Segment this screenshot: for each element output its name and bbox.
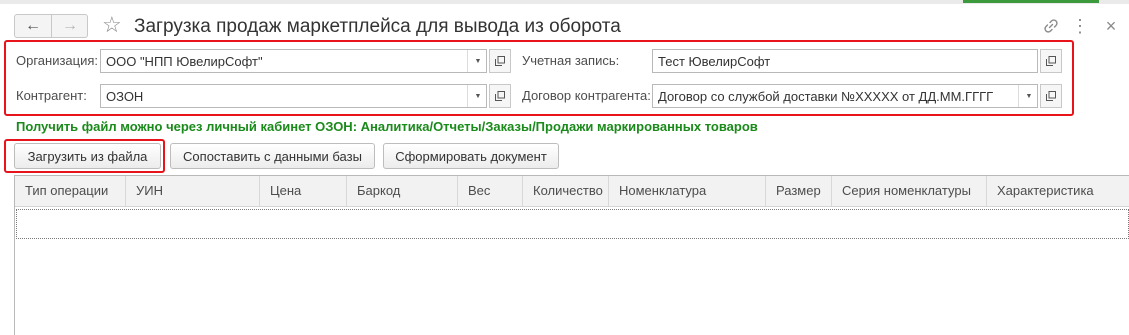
account-field[interactable]: Тест ЮвелирСофт (652, 49, 1038, 73)
open-window-icon (495, 91, 505, 101)
organization-value: ООО "НПП ЮвелирСофт" (106, 54, 263, 69)
contractor-label: Контрагент: (16, 88, 87, 103)
organization-open-button[interactable] (489, 49, 511, 73)
back-button[interactable]: ← (15, 15, 52, 37)
column-header[interactable]: Количество (523, 176, 609, 206)
link-icon[interactable] (1041, 16, 1061, 36)
column-header[interactable]: Тип операции (15, 176, 126, 206)
more-icon[interactable]: ⋮ (1070, 16, 1090, 36)
contract-value: Договор со службой доставки №XXXXX от ДД… (658, 89, 994, 104)
contract-field[interactable]: Договор со службой доставки №XXXXX от ДД… (652, 84, 1038, 108)
contractor-value: ОЗОН (106, 89, 144, 104)
contract-open-button[interactable] (1040, 84, 1062, 108)
open-window-icon (495, 56, 505, 66)
active-tab-indicator (963, 0, 1099, 3)
dropdown-arrow-icon[interactable]: ▼ (467, 85, 488, 107)
window-title: Загрузка продаж маркетплейса для вывода … (134, 16, 621, 37)
column-header[interactable]: Характеристика (987, 176, 1129, 206)
sales-table[interactable]: Тип операции УИН Цена Баркод Вес Количес… (14, 175, 1129, 335)
navigation-buttons: ← → (14, 14, 88, 38)
column-header[interactable]: Баркод (347, 176, 458, 206)
dropdown-arrow-icon[interactable]: ▼ (1018, 85, 1039, 107)
hint-text: Получить файл можно через личный кабинет… (16, 119, 758, 134)
open-window-icon (1046, 91, 1056, 101)
match-with-database-button[interactable]: Сопоставить с данными базы (170, 143, 375, 169)
account-value: Тест ЮвелирСофт (658, 54, 771, 69)
column-header[interactable]: Серия номенклатуры (832, 176, 987, 206)
open-window-icon (1046, 56, 1056, 66)
forward-button[interactable]: → (52, 15, 88, 37)
column-header[interactable]: Цена (260, 176, 347, 206)
account-label: Учетная запись: (522, 53, 620, 68)
contractor-open-button[interactable] (489, 84, 511, 108)
create-document-button[interactable]: Сформировать документ (383, 143, 559, 169)
column-header[interactable]: УИН (126, 176, 260, 206)
column-header[interactable]: Размер (766, 176, 832, 206)
contractor-field[interactable]: ОЗОН ▼ (100, 84, 487, 108)
column-header[interactable]: Вес (458, 176, 523, 206)
column-header[interactable]: Номенклатура (609, 176, 766, 206)
top-border (0, 0, 1129, 4)
account-open-button[interactable] (1040, 49, 1062, 73)
organization-field[interactable]: ООО "НПП ЮвелирСофт" ▼ (100, 49, 487, 73)
organization-label: Организация: (16, 53, 99, 68)
table-row[interactable] (16, 209, 1129, 239)
close-icon[interactable]: × (1101, 16, 1121, 36)
favorite-star-icon[interactable]: ☆ (102, 12, 122, 38)
dropdown-arrow-icon[interactable]: ▼ (467, 50, 488, 72)
contract-label: Договор контрагента: (522, 88, 651, 103)
table-header: Тип операции УИН Цена Баркод Вес Количес… (15, 176, 1129, 207)
load-from-file-button[interactable]: Загрузить из файла (14, 143, 161, 169)
